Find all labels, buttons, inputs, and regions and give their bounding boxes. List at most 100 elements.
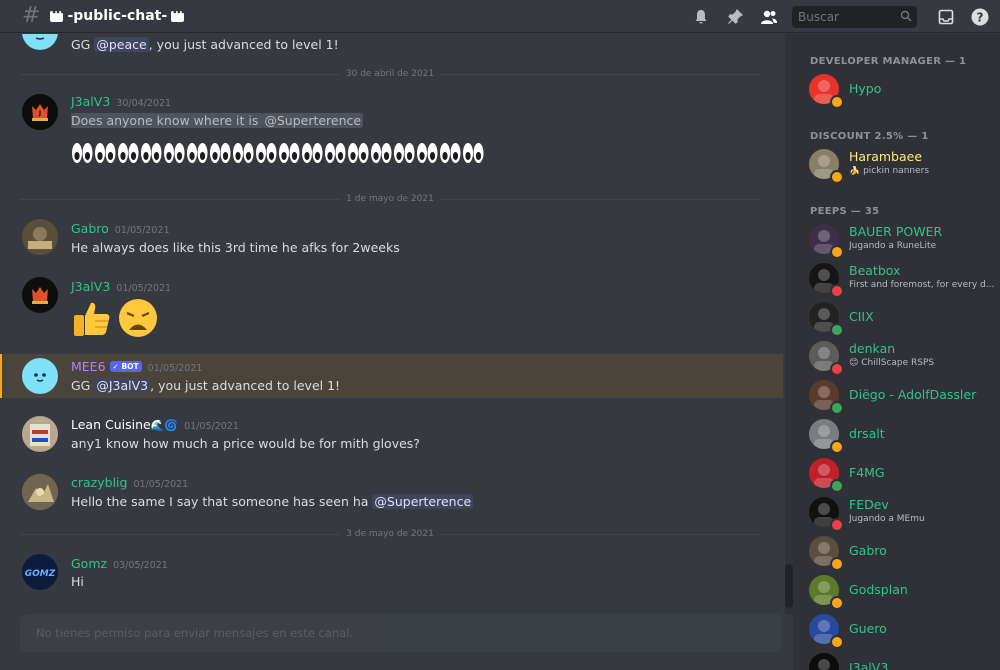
message-author[interactable]: J3alV3 30/04/2021 [71,94,171,109]
avatar[interactable] [22,277,58,313]
member-name: Diëgo - AdolfDassler [849,387,977,402]
pin-icon[interactable] [725,7,745,27]
member-item[interactable]: denkan 😊 ChillScape RSPS [809,341,999,376]
member-name: J3alV3 [849,660,889,670]
message: J3alV3 01/05/2021 [0,275,783,345]
message: MEE6 ✓ BOT 01/05/2021 GG @J3alV3, you just… [0,356,783,400]
user-mention[interactable]: @Superterence [262,113,364,128]
member-activity: 😊 ChillScape RSPS [849,358,935,368]
message-text: He always does like this 3rd time he afk… [71,240,400,255]
thumbs-up-icon [74,302,110,336]
eyes-icon [256,143,277,163]
message-text: GG @J3alV3, you just advanced to level 1… [71,378,341,393]
eyes-icon [95,143,116,163]
date-divider: 1 de mayo de 2021 [20,194,760,204]
member-activity: 🍌 pickin nanners [849,166,930,176]
date-divider: 30 de abril de 2021 [20,69,760,79]
member-name: Guero [849,621,887,636]
weary-face-icon [119,299,157,337]
message-author[interactable]: crazyblig 01/05/2021 [71,475,188,490]
member-item[interactable]: drsalt [809,419,999,454]
eyes-icon [417,143,438,163]
status-indicator [830,596,844,610]
member-name: denkan [849,341,896,356]
user-mention[interactable]: @J3alV3 [94,378,151,393]
member-item[interactable]: Hypo [809,74,999,109]
eyes-icon [72,143,93,163]
eyes-icon [325,143,346,163]
member-item[interactable]: Harambaee 🍌 pickin nanners [809,149,999,184]
member-item[interactable]: CIIX [809,302,999,337]
status-indicator [830,170,844,184]
status-indicator [830,635,844,649]
bell-icon[interactable] [691,7,711,27]
message: Gabro 01/05/2021 He always does like this… [0,217,783,261]
user-mention[interactable]: @peace [94,37,149,52]
message-timestamp: 01/05/2021 [147,363,203,374]
avatar[interactable] [22,219,58,255]
member-item[interactable]: J3alV3 [809,653,999,670]
message-author[interactable]: MEE6 ✓ BOT 01/05/2021 [71,359,202,374]
eyes-icon [463,143,484,163]
message-author[interactable]: Gomz 03/05/2021 [71,556,168,571]
avatar[interactable] [22,474,58,510]
message-timestamp: 01/05/2021 [114,225,170,236]
eyes-icon [348,143,369,163]
avatar[interactable] [22,34,58,50]
message-list[interactable]: GG @peace, you just advanced to level 1!… [0,34,785,670]
inbox-icon[interactable] [936,7,956,27]
avatar[interactable]: GOMZ [22,554,58,590]
message-text: Hello the same I say that someone has se… [71,494,474,509]
member-activity: Jugando a RuneLite [849,241,937,251]
message-timestamp: 30/04/2021 [116,98,172,109]
help-icon[interactable]: ? [970,7,990,27]
member-item[interactable]: Godsplan [809,575,999,610]
avatar[interactable]: J [22,94,58,130]
channel-header: # -public-chat- Buscar ? [0,0,1000,33]
eyes-icon [302,143,323,163]
search-icon [900,10,912,21]
status-indicator [830,479,844,493]
user-mention[interactable]: @Superterence [372,494,474,509]
message: crazyblig 01/05/2021 Hello the same I say… [0,472,783,516]
member-item[interactable]: F4MG [809,458,999,493]
bot-badge: ✓ BOT [109,361,142,372]
member-item[interactable]: BAUER POWER Jugando a RuneLite [809,224,999,259]
member-name: F4MG [849,465,885,480]
channel-name: -public-chat- [67,8,168,24]
avatar[interactable] [22,416,58,452]
chat-scrollbar[interactable] [785,34,793,614]
eyes-icon [164,143,185,163]
status-indicator [830,245,844,259]
member-group-header: DISCOUNT 2.5% — 1 [810,131,929,142]
eyes-icon [118,143,139,163]
eyes-icon [210,143,231,163]
message-author[interactable]: Gabro 01/05/2021 [71,221,170,236]
svg-text:J: J [38,110,41,117]
member-item[interactable]: Beatbox First and foremost, for every d..… [809,263,999,298]
member-item[interactable]: Diëgo - AdolfDassler [809,380,999,415]
status-indicator [830,323,844,337]
eyes-icon [394,143,415,163]
emoji-row [71,138,484,168]
message-timestamp: 01/05/2021 [116,283,172,294]
svg-text:?: ? [977,10,984,24]
message-author[interactable]: J3alV3 01/05/2021 [71,279,171,294]
member-name: Hypo [849,81,882,96]
scrollbar-thumb[interactable] [785,564,793,608]
eyes-icon [233,143,254,163]
date-divider: 3 de mayo de 2021 [20,529,760,539]
message-input[interactable]: No tienes permiso para enviar mensajes e… [20,614,782,652]
status-indicator [830,95,844,109]
member-item[interactable]: Guero [809,614,999,649]
message-author[interactable]: Lean Cuisine🌊🌀 01/05/2021 [71,417,239,432]
chat-bubble-icon [50,8,64,22]
message-timestamp: 01/05/2021 [184,421,239,432]
members-icon[interactable] [759,7,779,27]
member-item[interactable]: Gabro [809,536,999,571]
status-indicator [830,401,844,415]
member-item[interactable]: FEDev Jugando a MEmu [809,497,999,532]
search-input[interactable]: Buscar [792,5,917,28]
message-text: any1 know how much a price would be for … [71,436,420,451]
avatar[interactable] [22,358,58,394]
